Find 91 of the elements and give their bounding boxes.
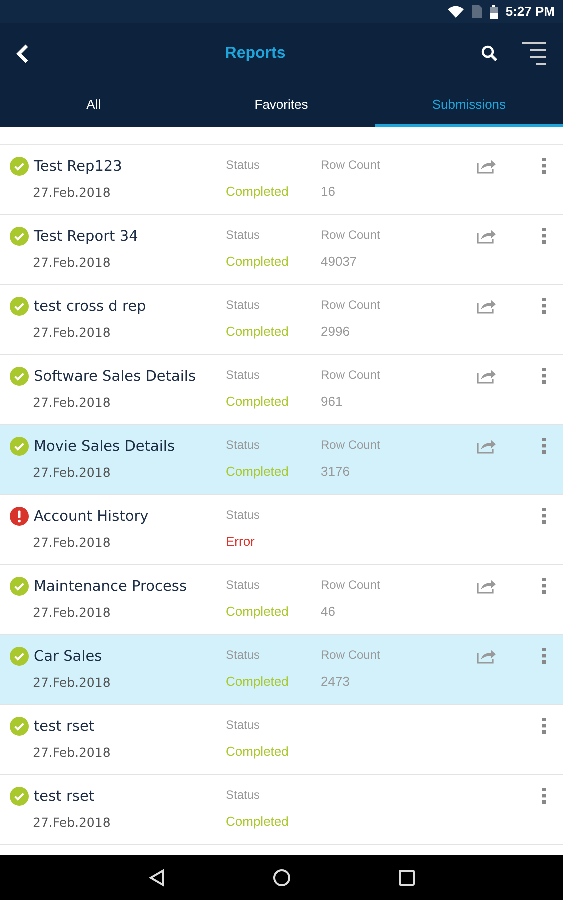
status-value: Completed (226, 324, 290, 339)
check-icon (10, 437, 29, 456)
row-count-value: 16 (321, 184, 336, 199)
check-icon (10, 157, 29, 176)
report-name: test rset (34, 718, 95, 734)
report-date: 27.Feb.2018 (32, 325, 112, 340)
vertical-dots-icon[interactable] (542, 648, 546, 664)
vertical-dots-icon[interactable] (542, 228, 546, 244)
status-label: Status (226, 788, 262, 802)
vertical-dots-icon[interactable] (542, 718, 546, 734)
status-value: Completed (226, 814, 290, 829)
share-button[interactable] (476, 157, 498, 175)
report-date: 27.Feb.2018 (32, 395, 112, 410)
report-name: Movie Sales Details (34, 438, 175, 454)
vertical-dots-icon[interactable] (542, 788, 546, 804)
row-count-label: Row Count (321, 578, 382, 592)
share-button[interactable] (476, 227, 498, 245)
report-row[interactable]: Movie Sales Details 27.Feb.2018 Status Completed Row Count 3176 (0, 425, 563, 495)
report-name: Test Rep123 (34, 158, 122, 174)
report-name: Software Sales Details (34, 368, 196, 384)
status-value: Completed (226, 464, 290, 479)
status-label: Status (226, 718, 262, 732)
report-date: 27.Feb.2018 (32, 185, 112, 200)
status-value: Completed (226, 674, 290, 689)
share-button[interactable] (476, 647, 498, 665)
status-value: Completed (226, 254, 290, 269)
report-date: 27.Feb.2018 (32, 465, 112, 480)
row-count-value: 2473 (321, 674, 351, 689)
status-label: Status (226, 368, 262, 382)
report-date: 27.Feb.2018 (32, 745, 112, 760)
status-label: Status (226, 648, 262, 662)
report-date: 27.Feb.2018 (32, 255, 112, 270)
status-label: Status (226, 158, 262, 172)
wifi-icon (448, 6, 464, 18)
vertical-dots-icon[interactable] (542, 508, 546, 524)
tab[interactable]: Submissions (375, 85, 563, 127)
row-count-label: Row Count (321, 648, 382, 662)
share-button[interactable] (476, 577, 498, 595)
check-icon (10, 717, 29, 736)
row-count-value: 49037 (321, 254, 358, 269)
page-title: Reports (224, 45, 287, 63)
status-label: Status (226, 508, 262, 522)
report-row[interactable]: Car Sales 27.Feb.2018 Status Completed Row Count 2473 (0, 635, 563, 705)
status-value: Completed (226, 604, 290, 619)
report-date: 27.Feb.2018 (32, 605, 112, 620)
check-icon (10, 787, 29, 806)
vertical-dots-icon[interactable] (542, 298, 546, 314)
row-count-value: 46 (321, 604, 336, 619)
check-icon (10, 227, 29, 246)
check-icon (10, 647, 29, 666)
report-name: test cross d rep (34, 298, 146, 314)
row-count-label: Row Count (321, 368, 382, 382)
check-icon (10, 367, 29, 386)
status-value: Completed (226, 184, 290, 199)
share-button[interactable] (476, 437, 498, 455)
report-name: test rset (34, 788, 95, 804)
report-name: Test Report 34 (34, 228, 138, 244)
check-icon (10, 297, 29, 316)
status-label: Status (226, 298, 262, 312)
row-count-label: Row Count (321, 228, 382, 242)
vertical-dots-icon[interactable] (542, 368, 546, 384)
status-value: Error (226, 534, 256, 549)
row-count-label: Row Count (321, 298, 382, 312)
status-value: Completed (226, 744, 290, 759)
vertical-dots-icon[interactable] (542, 438, 546, 454)
tab[interactable]: Favorites (188, 85, 376, 127)
row-count-value: 961 (321, 394, 344, 409)
share-button[interactable] (476, 367, 498, 385)
report-date: 27.Feb.2018 (32, 535, 112, 550)
no-sim-icon (472, 5, 482, 18)
battery-icon (490, 4, 498, 18)
status-value: Completed (226, 394, 290, 409)
tab[interactable]: All (0, 85, 188, 127)
error-icon (10, 507, 29, 526)
row-count-value: 2996 (321, 324, 351, 339)
row-count-label: Row Count (321, 158, 382, 172)
report-name: Maintenance Process (34, 578, 187, 594)
share-button[interactable] (476, 297, 498, 315)
report-date: 27.Feb.2018 (32, 815, 112, 830)
report-date: 27.Feb.2018 (32, 675, 112, 690)
status-label: Status (226, 438, 262, 452)
report-name: Account History (34, 508, 149, 524)
row-count-value: 3176 (321, 464, 351, 479)
row-count-label: Row Count (321, 438, 382, 452)
vertical-dots-icon[interactable] (542, 158, 546, 174)
report-name: Car Sales (34, 648, 102, 664)
status-time: 5:27 PM (506, 4, 555, 19)
status-label: Status (226, 578, 262, 592)
vertical-dots-icon[interactable] (542, 578, 546, 594)
check-icon (10, 577, 29, 596)
status-label: Status (226, 228, 262, 242)
